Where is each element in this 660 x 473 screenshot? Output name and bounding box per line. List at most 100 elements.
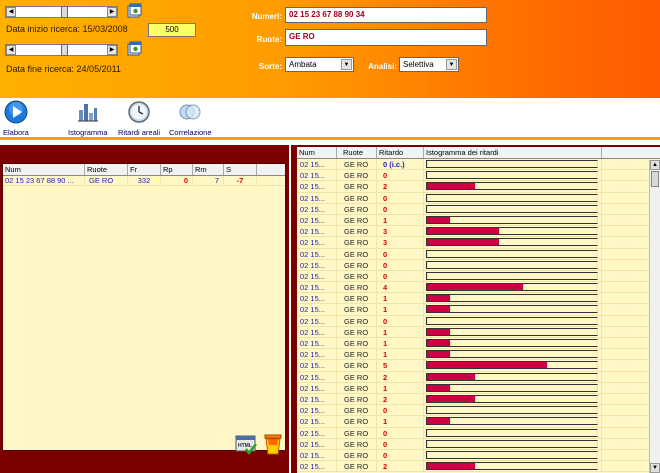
- table-header: Num Ruote Fr Rp Rm S: [3, 164, 285, 176]
- cell-ruote: GE RO: [337, 449, 377, 461]
- scroll-up-arrow[interactable]: ▲: [650, 160, 660, 170]
- table-row[interactable]: 02 15... GE RO 1: [297, 326, 660, 338]
- slider-left-arrow[interactable]: ◀: [6, 7, 16, 17]
- cell-ritardo: 0: [377, 248, 424, 259]
- calendar-icon[interactable]: [126, 41, 143, 58]
- table-row[interactable]: 02 15... GE RO 1: [297, 293, 660, 305]
- elabora-button[interactable]: Elabora: [3, 100, 29, 137]
- cell-num: 02 15...: [297, 416, 337, 427]
- col-num[interactable]: Num: [297, 147, 337, 158]
- table-row[interactable]: 02 15... GE RO 0: [297, 203, 660, 215]
- histogram-track: [426, 249, 598, 258]
- table-row[interactable]: 02 15... GE RO 3: [297, 226, 660, 238]
- table-row[interactable]: 02 15... GE RO 5: [297, 360, 660, 372]
- cell-ritardo: 1: [377, 214, 424, 226]
- table-row[interactable]: 02 15... GE RO 0: [297, 405, 660, 417]
- analisi-select[interactable]: Selettiva ▼: [399, 57, 459, 72]
- table-row[interactable]: 02 15... GE RO 0: [297, 270, 660, 283]
- cell-histogram: [424, 438, 602, 449]
- table-row[interactable]: 02 15... GE RO 0 (i.c.): [297, 159, 660, 171]
- col-ruote[interactable]: Ruote: [337, 147, 377, 158]
- histogram-bar: [427, 250, 428, 257]
- ruote-input[interactable]: GE RO: [285, 29, 487, 46]
- analisi-label: Analisi:: [368, 62, 397, 71]
- html-export-icon[interactable]: HTML: [235, 433, 257, 455]
- cell-num: 02 15...: [297, 326, 337, 337]
- cell-ruote: GE RO: [337, 416, 377, 427]
- col-istogramma[interactable]: Istogramma dei ritardi: [424, 147, 602, 158]
- cell-ruote: GE RO: [337, 226, 377, 237]
- table-row[interactable]: 02 15... GE RO 0: [297, 170, 660, 182]
- cell-ruote: GE RO: [337, 438, 377, 449]
- istogramma-button[interactable]: Istogramma: [68, 100, 108, 137]
- table-row[interactable]: 02 15... GE RO 1: [297, 416, 660, 428]
- col-ritardo[interactable]: Ritardo: [377, 147, 424, 158]
- cell-num: 02 15...: [297, 270, 337, 282]
- col-fr[interactable]: Fr: [128, 164, 161, 175]
- correlazione-button[interactable]: Correlazione: [169, 100, 212, 137]
- cell-ritardo: 0: [377, 192, 424, 203]
- cell-histogram: [424, 248, 602, 259]
- table-row[interactable]: 02 15... GE RO 1: [297, 338, 660, 350]
- col-s[interactable]: S: [224, 164, 257, 175]
- table-row[interactable]: 02 15... GE RO 0: [297, 192, 660, 204]
- histogram-track: [426, 417, 598, 426]
- slider-right-arrow[interactable]: ▶: [107, 7, 117, 17]
- histogram-track: [426, 462, 598, 471]
- cell-ruote: GE RO: [337, 192, 377, 203]
- histogram-bar: [427, 395, 476, 402]
- cell-num: 02 15...: [297, 405, 337, 416]
- histogram-track: [426, 305, 598, 314]
- table-row[interactable]: 02 15... GE RO 0: [297, 438, 660, 450]
- histogram-bar: [427, 429, 428, 436]
- cell-num: 02 15...: [297, 192, 337, 203]
- table-row[interactable]: 02 15... GE RO 2: [297, 461, 660, 473]
- col-rm[interactable]: Rm: [193, 164, 224, 175]
- table-row[interactable]: 02 15... GE RO 1: [297, 304, 660, 316]
- slider-thumb[interactable]: [60, 6, 68, 18]
- vertical-scrollbar[interactable]: ▲ ▼: [649, 160, 660, 473]
- calendar-icon[interactable]: [126, 3, 143, 20]
- histogram-track: [426, 327, 598, 336]
- table-row[interactable]: 02 15... GE RO 1: [297, 382, 660, 394]
- trash-bin-icon[interactable]: [263, 433, 283, 455]
- cell-ruote: GE RO: [337, 382, 377, 393]
- table-row[interactable]: 02 15... GE RO 3: [297, 237, 660, 249]
- ritardi-areali-button[interactable]: Ritardi areali: [118, 100, 160, 137]
- table-row[interactable]: 02 15... GE RO 1: [297, 214, 660, 227]
- slider-right-arrow[interactable]: ▶: [107, 45, 117, 55]
- table-row[interactable]: 02 15... GE RO 0: [297, 259, 660, 271]
- table-row[interactable]: 02 15... GE RO 0: [297, 449, 660, 462]
- col-num[interactable]: Num: [3, 164, 85, 175]
- table-row[interactable]: 02 15... GE RO 0: [297, 248, 660, 260]
- col-rp[interactable]: Rp: [161, 164, 193, 175]
- col-ruote[interactable]: Ruote: [85, 164, 128, 175]
- cell-histogram: [424, 214, 602, 226]
- end-date-slider[interactable]: ◀ ▶: [5, 44, 118, 56]
- table-row[interactable]: 02 15 23 67 88 90 ... GE RO 332 0 7 -7: [3, 176, 285, 186]
- cell-rm: 7: [193, 176, 224, 185]
- cell-ritardo: 5: [377, 360, 424, 371]
- numeri-input[interactable]: 02 15 23 67 88 90 34: [285, 7, 487, 23]
- sorte-select[interactable]: Ambata ▼: [285, 57, 354, 72]
- slider-thumb[interactable]: [60, 44, 68, 56]
- table-row[interactable]: 02 15... GE RO 0: [297, 427, 660, 439]
- table-row[interactable]: 02 15... GE RO 2: [297, 181, 660, 193]
- scrollbar-thumb[interactable]: [651, 171, 659, 187]
- chevron-down-icon[interactable]: ▼: [341, 59, 352, 70]
- scroll-down-arrow[interactable]: ▼: [650, 463, 660, 473]
- start-date-slider[interactable]: ◀ ▶: [5, 6, 118, 18]
- table-row[interactable]: 02 15... GE RO 2: [297, 393, 660, 406]
- table-row[interactable]: 02 15... GE RO 0: [297, 315, 660, 327]
- slider-left-arrow[interactable]: ◀: [6, 45, 16, 55]
- cell-num: 02 15...: [297, 338, 337, 349]
- cell-ritardo: 3: [377, 226, 424, 237]
- count-field[interactable]: 500: [148, 23, 196, 37]
- chevron-down-icon[interactable]: ▼: [446, 59, 457, 70]
- table-row[interactable]: 02 15... GE RO 2: [297, 371, 660, 383]
- histogram-bar: [427, 418, 452, 425]
- cell-histogram: [424, 304, 602, 315]
- data-inizio-label: Data inizio ricerca:: [6, 24, 81, 34]
- table-row[interactable]: 02 15... GE RO 4: [297, 282, 660, 294]
- table-row[interactable]: 02 15... GE RO 1: [297, 349, 660, 361]
